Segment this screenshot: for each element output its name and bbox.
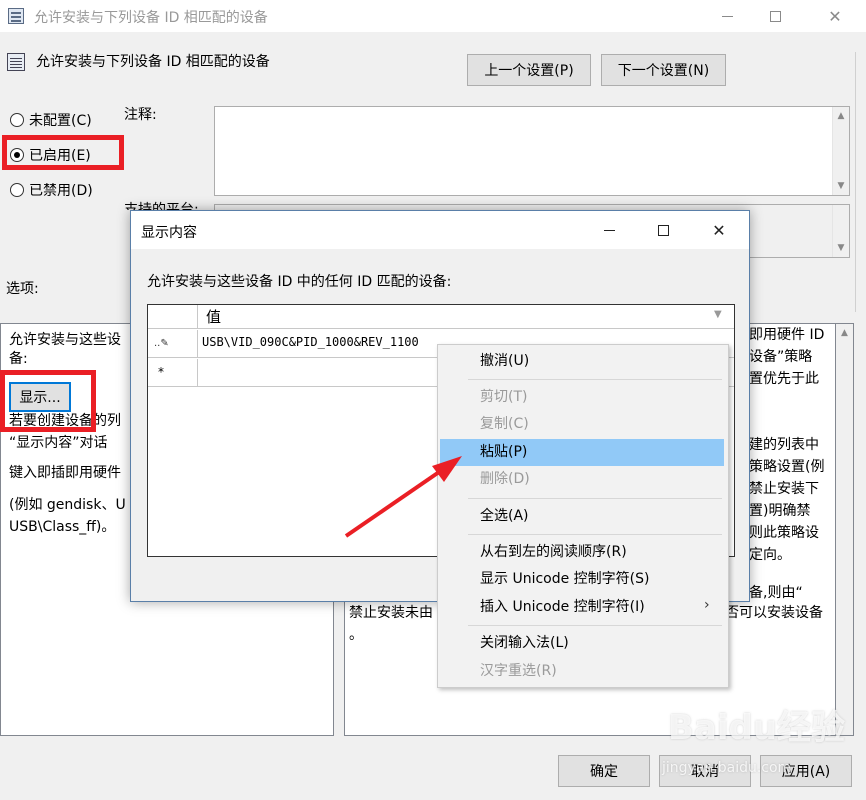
arrow-shaft	[344, 468, 444, 538]
annotation-arrow	[344, 456, 462, 538]
arrow-head	[432, 456, 462, 482]
watermark-url: jingyan.baidu.com	[662, 760, 792, 776]
watermark-logo: Baidu经验	[668, 708, 846, 748]
